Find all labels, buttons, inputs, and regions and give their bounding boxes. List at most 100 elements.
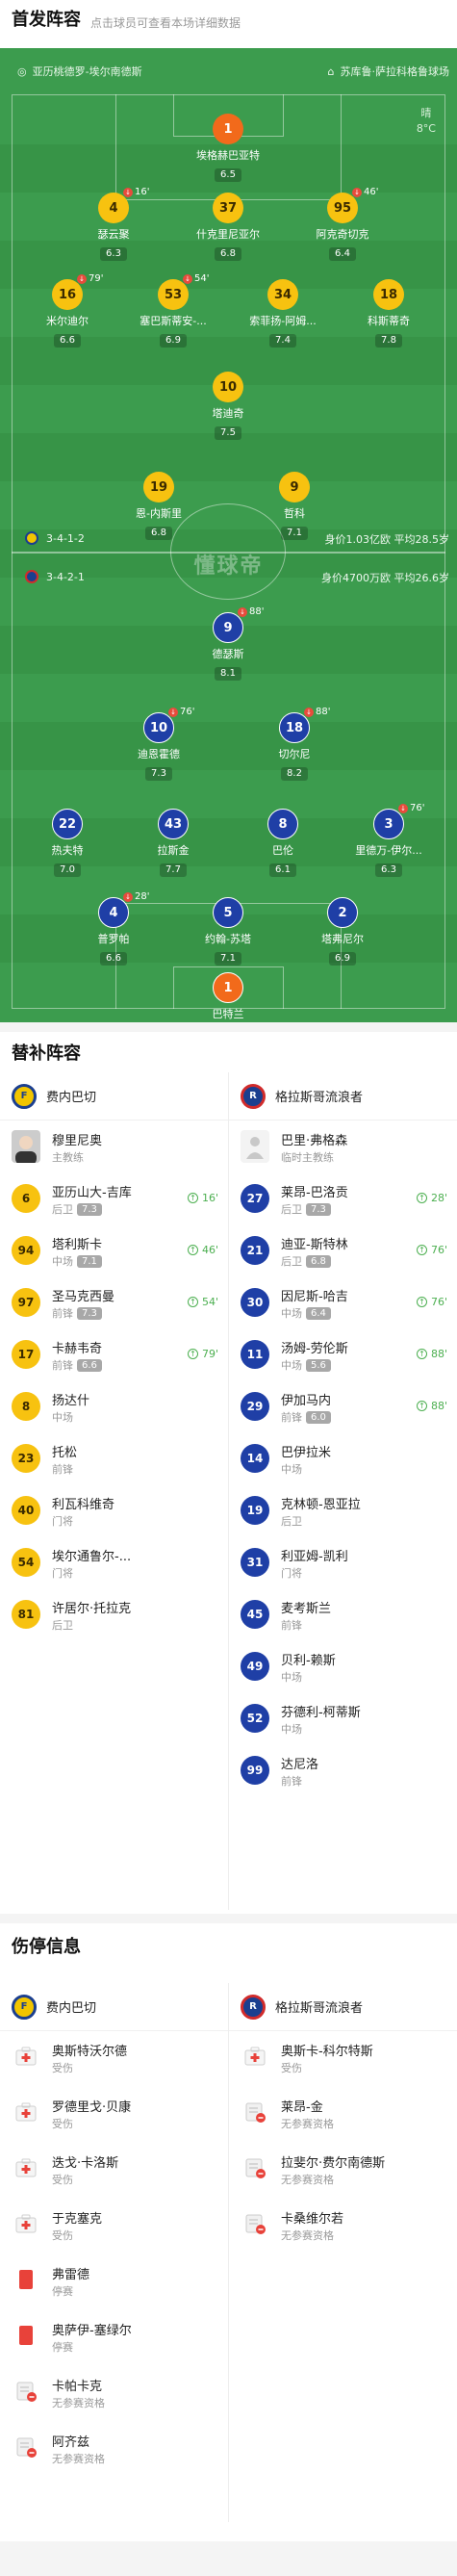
substitute-row[interactable]: 54 埃尔通鲁尔-... 门将 [0, 1536, 228, 1588]
substitute-row[interactable]: 27 莱昂-巴洛贡 后卫 7.3 ↑ 28' [229, 1172, 457, 1224]
injury-row[interactable]: 卡帕卡克 无参赛资格 [0, 2366, 228, 2418]
player-number: 23 [12, 1444, 40, 1473]
injury-row[interactable]: 卡桑维尔若 无参赛资格 [229, 2199, 457, 2251]
player-position: 前锋 7.3 [52, 1305, 102, 1321]
lineup-title: 首发阵容 [12, 10, 81, 30]
player-name: 卡赫韦奇 [52, 1342, 103, 1356]
away-player[interactable]: 8 巴伦 6.1 [235, 809, 331, 877]
player-rating: 6.8 [145, 527, 172, 540]
injury-status: 受伤 [52, 2174, 73, 2186]
sub-off-icon: ↓ [304, 707, 314, 717]
substitute-row[interactable]: 97 圣马克西曼 前锋 7.3 ↑ 54' [0, 1276, 228, 1328]
away-player[interactable]: 9 ↓ 88' 德瑟斯 8.1 [180, 606, 276, 681]
sub-on-time: ↑ 46' [187, 1244, 218, 1256]
player-position: 前锋 [281, 1619, 302, 1632]
substitute-row[interactable]: 49 贝利-赖斯 中场 [229, 1640, 457, 1692]
substitute-row[interactable]: 17 卡赫韦奇 前锋 6.6 ↑ 79' [0, 1328, 228, 1380]
injury-row[interactable]: 于克塞克 受伤 [0, 2199, 228, 2251]
substitute-row[interactable]: 6 亚历山大-吉库 后卫 7.3 ↑ 16' [0, 1172, 228, 1224]
substitute-row[interactable]: 11 汤姆-劳伦斯 中场 5.6 ↑ 88' [229, 1328, 457, 1380]
injuries-title: 伤停信息 [12, 1937, 81, 1957]
home-player[interactable]: 53 ↓ 54' 塞巴斯蒂安-... 6.9 [125, 273, 221, 348]
player-number: 2 [327, 897, 358, 928]
away-player[interactable]: 22 热夫特 7.0 [19, 809, 115, 877]
player-name: 贝利-赖斯 [281, 1654, 336, 1668]
injury-row[interactable]: 阿齐兹 无参赛资格 [0, 2422, 228, 2474]
substitute-row[interactable]: 29 伊加马内 前锋 6.0 ↑ 88' [229, 1380, 457, 1432]
away-player[interactable]: 3 ↓ 76' 里德万-伊尔... 6.3 [341, 803, 437, 877]
substitute-row[interactable]: 40 利瓦科维奇 门将 [0, 1484, 228, 1536]
medical-kit-icon [13, 2044, 38, 2069]
player-name: 芬德利-柯蒂斯 [281, 1706, 361, 1720]
substitute-row[interactable]: 8 扬达什 中场 [0, 1380, 228, 1432]
player-rating: 7.3 [145, 767, 172, 781]
player-name: 恩-内斯里 [136, 507, 182, 520]
player-name: 奥斯特沃尔德 [52, 2045, 128, 2059]
player-name: 巴特兰 [212, 1008, 244, 1020]
injury-row[interactable]: 罗德里戈·贝康 受伤 [0, 2087, 228, 2139]
substitute-row[interactable]: 31 利亚姆-凯利 门将 [229, 1536, 457, 1588]
home-player[interactable]: 16 ↓ 79' 米尔迪尔 6.6 [19, 273, 115, 348]
injury-row[interactable]: 奥斯特沃尔德 受伤 [0, 2031, 228, 2083]
substitute-row[interactable]: 52 芬德利-柯蒂斯 中场 [229, 1692, 457, 1744]
substitute-row[interactable]: 14 巴伊拉米 中场 [229, 1432, 457, 1484]
home-player[interactable]: 18 科斯蒂奇 7.8 [341, 279, 437, 348]
player-name: 切尔尼 [278, 748, 311, 760]
away-coach[interactable]: 巴里·弗格森 临时主教练 [229, 1121, 457, 1172]
away-player[interactable]: 18 ↓ 88' 切尔尼 8.2 [246, 707, 343, 781]
substitute-row[interactable]: 81 许居尔·托拉克 后卫 [0, 1588, 228, 1640]
player-name: 莱昂-金 [281, 2100, 323, 2115]
substitute-row[interactable]: 19 克林顿-恩亚拉 后卫 [229, 1484, 457, 1536]
player-name: 埃格赫巴亚特 [196, 149, 260, 162]
sub-on-icon: ↑ [187, 1193, 198, 1203]
home-player[interactable]: 1 埃格赫巴亚特 6.5 [180, 114, 276, 182]
injury-row[interactable]: 莱昂-金无参赛资格 [229, 2087, 457, 2139]
substitute-row[interactable]: 94 塔利斯卡 中场 7.1 ↑ 46' [0, 1224, 228, 1276]
substitute-row[interactable]: 45 麦考斯兰 前锋 [229, 1588, 457, 1640]
home-coach[interactable]: 穆里尼奥 主教练 [0, 1121, 228, 1172]
medical-kit-icon [13, 2155, 38, 2180]
home-player[interactable]: 4 ↓ 16' 瑟云聚 6.3 [65, 187, 162, 261]
home-injury-header[interactable]: F 费内巴切 [0, 1983, 228, 2031]
away-player[interactable]: 4 ↓ 28' 普罗帕 6.6 [65, 891, 162, 966]
player-number: 18 [373, 279, 404, 310]
player-position: 后卫 6.8 [281, 1253, 331, 1269]
home-player[interactable]: 19 恩-内斯里 6.8 [111, 472, 207, 540]
player-name: 奥斯卡-科尔特斯 [281, 2045, 373, 2059]
away-player[interactable]: 2 塔弗尼尔 6.9 [294, 897, 391, 966]
stadium-icon: ◎ [17, 64, 27, 78]
away-formation: 3-4-2-1 [46, 570, 85, 583]
away-player[interactable]: 10 ↓ 76' 迪恩霍德 7.3 [111, 707, 207, 781]
medical-kit-icon [13, 2099, 38, 2125]
player-rating: 7.3 [306, 1202, 331, 1216]
substitute-row[interactable]: 23 托松 前锋 [0, 1432, 228, 1484]
player-number: 6 [12, 1184, 40, 1213]
home-player[interactable]: 34 索菲扬-阿姆... 7.4 [235, 279, 331, 348]
home-player[interactable]: 95 ↓ 46' 阿克奇切克 6.4 [294, 187, 391, 261]
substitute-row[interactable]: 21 迪亚-斯特林 后卫 6.8 ↑ 76' [229, 1224, 457, 1276]
home-player[interactable]: 10 塔迪奇 7.5 [180, 372, 276, 440]
home-team-header[interactable]: F 费内巴切 [0, 1072, 228, 1121]
away-player[interactable]: 1巴特兰8.2 [180, 972, 276, 1022]
home-player[interactable]: 9 哲科 7.1 [246, 472, 343, 540]
away-player[interactable]: 5 约翰-苏塔 7.1 [180, 897, 276, 966]
injury-row[interactable]: 弗雷德 停赛 [0, 2254, 228, 2306]
injury-row[interactable]: 拉斐尔·费尔南德斯 无参赛资格 [229, 2143, 457, 2195]
injury-row[interactable]: 迭戈·卡洛斯 受伤 [0, 2143, 228, 2195]
player-name: 卡桑维尔若 [281, 2212, 344, 2227]
away-team-header[interactable]: R 格拉斯哥流浪者 [229, 1072, 457, 1121]
substitute-row[interactable]: 99 达尼洛 前锋 [229, 1744, 457, 1796]
injury-row[interactable]: 奥斯卡-科尔特斯 受伤 [229, 2031, 457, 2083]
substitution-badge: ↓ 28' [123, 891, 149, 902]
player-name: 埃尔通鲁尔-... [52, 1550, 132, 1564]
away-injury-header[interactable]: R 格拉斯哥流浪者 [229, 1983, 457, 2031]
away-player[interactable]: 43 拉斯金 7.7 [125, 809, 221, 877]
player-name: 扬达什 [52, 1394, 90, 1408]
lineup-header: 首发阵容 点击球员可查看本场详细数据 [0, 0, 457, 48]
substitute-row[interactable]: 30 因尼斯-哈吉 中场 6.4 ↑ 76' [229, 1276, 457, 1328]
sub-on-icon: ↑ [416, 1297, 427, 1307]
home-player[interactable]: 37 什克里尼亚尔 6.8 [180, 193, 276, 261]
player-rating: 6.8 [215, 247, 241, 261]
injury-row[interactable]: 奥萨伊-塞绿尔 停赛 [0, 2310, 228, 2362]
injury-status: 无参赛资格 [281, 2118, 334, 2130]
